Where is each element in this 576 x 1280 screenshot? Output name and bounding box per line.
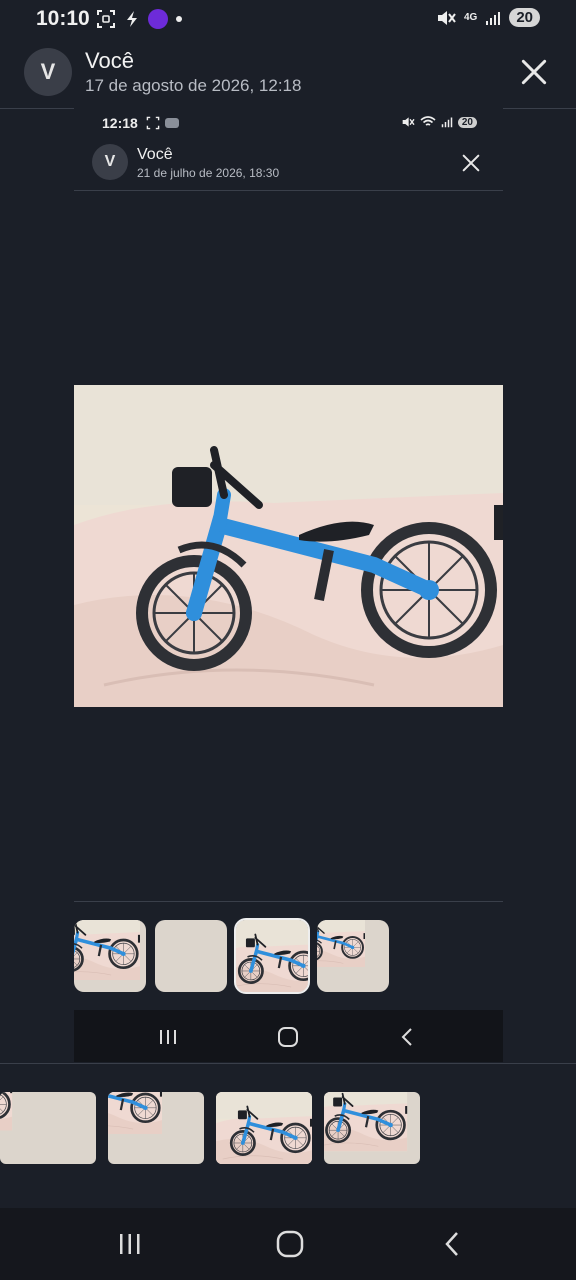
inner-close-icon	[460, 152, 482, 174]
bolt-app-icon	[127, 11, 137, 27]
system-nav-bar	[0, 1208, 576, 1280]
viewer-header: V Você 17 de agosto de 2026, 12:18	[0, 44, 576, 109]
inner-battery-level: 20	[457, 116, 477, 128]
screenshot-icon	[97, 10, 115, 28]
mute-icon	[437, 10, 456, 25]
inner-back-icon	[401, 1028, 412, 1046]
olx-app-icon	[148, 9, 168, 29]
avatar: V	[24, 48, 72, 96]
inner-thumbnail	[155, 920, 227, 992]
inner-thumbnail	[317, 920, 389, 992]
inner-screenshot-icon	[146, 116, 160, 130]
home-icon	[276, 1230, 304, 1258]
inner-status-bar: 12:18 20	[74, 108, 503, 138]
inner-divider	[74, 901, 503, 902]
sent-date: 17 de agosto de 2026, 12:18	[85, 76, 302, 95]
shared-screenshot: 12:18 20 V Você 21 de julho de 2026, 18:…	[74, 108, 503, 1063]
inner-mute-icon	[402, 117, 415, 127]
thumbnail[interactable]	[0, 1092, 96, 1164]
sender-name: Você	[85, 48, 134, 73]
thumbnail[interactable]	[216, 1092, 312, 1164]
home-button[interactable]	[250, 1208, 330, 1280]
inner-avatar: V	[92, 144, 128, 180]
inner-nav-bar	[74, 1010, 503, 1062]
notification-dot-icon	[176, 16, 182, 22]
inner-viewer-header: V Você 21 de julho de 2026, 18:30	[74, 138, 503, 191]
back-icon	[445, 1232, 458, 1256]
recents-button[interactable]	[90, 1208, 170, 1280]
battery-level: 20	[509, 8, 540, 27]
inner-sender-name: Você	[137, 146, 173, 163]
status-time: 10:10	[36, 7, 90, 30]
recents-icon	[120, 1234, 140, 1254]
inner-status-time: 12:18	[102, 115, 138, 131]
inner-wifi-icon	[420, 116, 436, 126]
thumbnail[interactable]	[108, 1092, 204, 1164]
close-icon[interactable]	[518, 56, 550, 88]
inner-thumbnail	[74, 920, 146, 992]
network-type: 4G	[463, 12, 478, 23]
divider	[0, 1063, 576, 1064]
inner-olx-icon	[165, 118, 179, 128]
inner-thumbnail	[234, 918, 310, 994]
bike-photo	[74, 385, 503, 707]
inner-thumbnail-strip	[74, 918, 389, 994]
back-button[interactable]	[412, 1208, 492, 1280]
inner-signal-icon	[441, 117, 453, 128]
status-bar: 10:10 4G 20	[0, 0, 576, 40]
thumbnail[interactable]	[324, 1092, 420, 1164]
inner-home-icon	[278, 1027, 298, 1047]
inner-recents-icon	[160, 1030, 176, 1044]
signal-icon	[486, 11, 501, 25]
inner-sent-date: 21 de julho de 2026, 18:30	[137, 166, 280, 180]
